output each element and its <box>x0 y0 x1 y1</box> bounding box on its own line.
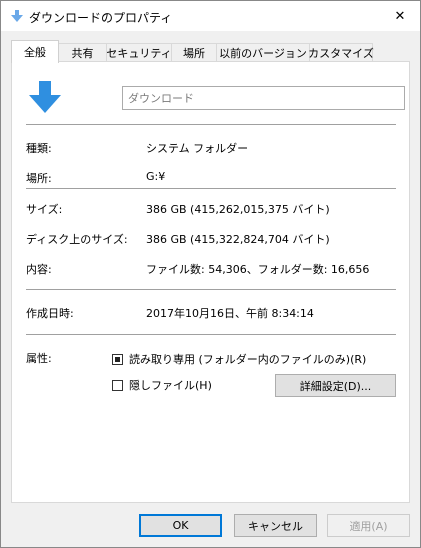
readonly-checkbox[interactable]: 読み取り専用 (フォルダー内のファイルのみ)(R) <box>112 351 366 367</box>
separator <box>26 334 396 335</box>
hidden-checkbox[interactable]: 隠しファイル(H) <box>112 377 212 393</box>
type-label: 種類: <box>26 142 52 155</box>
separator <box>26 124 396 125</box>
created-value: 2017年10月16日、午前 8:34:14 <box>146 307 314 320</box>
tab-customize[interactable]: カスタマイズ <box>308 43 374 61</box>
contents-value: ファイル数: 54,306、フォルダー数: 16,656 <box>146 263 370 276</box>
advanced-button[interactable]: 詳細設定(D)... <box>275 374 396 397</box>
close-icon: ✕ <box>394 8 406 24</box>
ok-button[interactable]: OK <box>139 514 222 537</box>
tab-security[interactable]: セキュリティ <box>106 43 172 61</box>
tab-previous-versions[interactable]: 以前のバージョン <box>216 43 310 61</box>
created-label: 作成日時: <box>26 307 74 320</box>
tab-general[interactable]: 全般 <box>11 40 59 63</box>
tab-sharing[interactable]: 共有 <box>58 43 107 61</box>
close-button[interactable]: ✕ <box>380 1 420 31</box>
tab-location[interactable]: 場所 <box>171 43 217 61</box>
download-arrow-icon <box>11 10 23 22</box>
size-label: サイズ: <box>26 203 63 216</box>
apply-button[interactable]: 適用(A) <box>327 514 410 537</box>
download-folder-icon <box>29 81 61 113</box>
location-label: 場所: <box>26 172 52 185</box>
size-value: 386 GB (415,262,015,375 バイト) <box>146 203 330 216</box>
contents-label: 内容: <box>26 263 52 276</box>
folder-name-input[interactable] <box>122 86 405 110</box>
size-on-disk-label: ディスク上のサイズ: <box>26 233 128 246</box>
location-value: G:¥ <box>146 170 166 183</box>
type-value: システム フォルダー <box>146 142 249 155</box>
cancel-button[interactable]: キャンセル <box>234 514 317 537</box>
size-on-disk-value: 386 GB (415,322,824,704 バイト) <box>146 233 330 246</box>
title-bar: ダウンロードのプロパティ ✕ <box>1 1 420 31</box>
readonly-checkbox-box[interactable] <box>112 353 123 365</box>
properties-dialog: ダウンロードのプロパティ ✕ 全般 共有 セキュリティ 場所 以前のバージョン … <box>0 0 421 548</box>
separator <box>26 188 396 189</box>
hidden-checkbox-label: 隠しファイル(H) <box>129 379 212 392</box>
general-tab-panel: 種類: システム フォルダー 場所: G:¥ サイズ: 386 GB (415,… <box>11 61 410 503</box>
readonly-checkbox-label: 読み取り専用 (フォルダー内のファイルのみ)(R) <box>129 353 367 366</box>
window-title: ダウンロードのプロパティ <box>29 11 173 25</box>
attributes-label: 属性: <box>26 352 52 365</box>
separator <box>26 289 396 290</box>
hidden-checkbox-box[interactable] <box>112 379 123 391</box>
